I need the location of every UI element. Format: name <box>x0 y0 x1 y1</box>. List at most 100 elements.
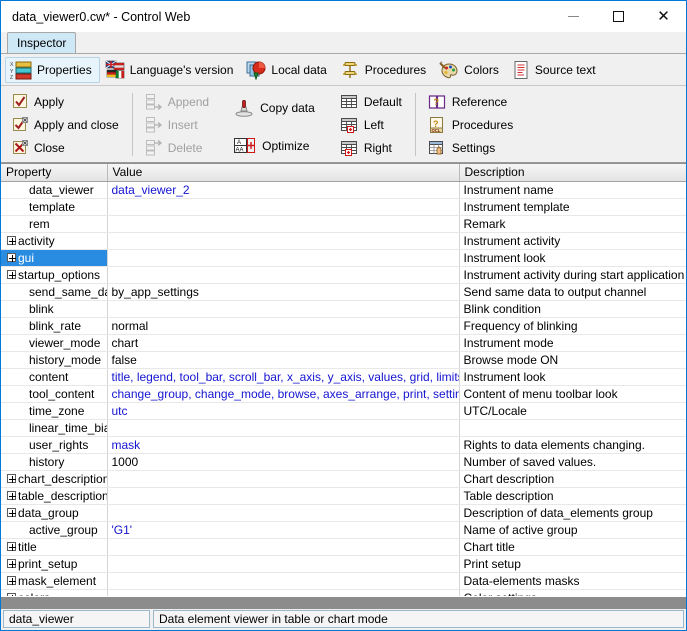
table-row[interactable]: history 1000 Number of saved values. <box>1 453 686 471</box>
cell-property[interactable]: chart_description <box>1 470 108 488</box>
mode-colors-button[interactable]: Colors <box>434 57 507 83</box>
mode-properties-button[interactable]: X Y Z Properties <box>5 56 100 83</box>
cell-value[interactable] <box>107 266 460 284</box>
cell-value[interactable] <box>107 249 460 267</box>
cell-value[interactable]: false <box>107 351 460 369</box>
cell-value[interactable] <box>107 419 460 437</box>
mode-local-data-button[interactable]: Local data <box>241 57 334 83</box>
cell-property[interactable]: data_viewer <box>1 181 108 199</box>
close-window-button[interactable]: ✕ <box>641 1 686 32</box>
expand-plus-icon[interactable] <box>7 576 16 585</box>
cell-value[interactable] <box>107 470 460 488</box>
table-row[interactable]: table_description Table description <box>1 487 686 505</box>
cell-value[interactable]: title, legend, tool_bar, scroll_bar, x_a… <box>107 368 460 386</box>
cell-value[interactable] <box>107 215 460 233</box>
table-row[interactable]: chart_description Chart description <box>1 470 686 488</box>
cell-value[interactable]: utc <box>107 402 460 420</box>
cell-property[interactable]: table_description <box>1 487 108 505</box>
column-header-description[interactable]: Description <box>459 164 686 182</box>
table-row[interactable]: blink_rate normal Frequency of blinking <box>1 317 686 335</box>
cell-value[interactable] <box>107 555 460 573</box>
cell-property[interactable]: gui <box>1 249 108 267</box>
mode-source-text-button[interactable]: Source text <box>507 57 604 83</box>
cell-property[interactable]: rem <box>1 215 108 233</box>
layout-default-button[interactable]: Default <box>335 91 407 113</box>
maximize-button[interactable] <box>596 1 641 32</box>
table-row[interactable]: time_zone utc UTC/Locale <box>1 402 686 420</box>
apply-and-close-button[interactable]: Apply and close <box>8 114 124 136</box>
settings-button[interactable]: Settings <box>423 137 518 159</box>
mode-procedures-button[interactable]: Procedures <box>335 57 434 83</box>
apply-button[interactable]: Apply <box>8 91 124 113</box>
table-row[interactable]: activity Instrument activity <box>1 232 686 250</box>
cell-value[interactable] <box>107 198 460 216</box>
expand-plus-icon[interactable] <box>7 270 16 279</box>
table-row[interactable]: blink Blink condition <box>1 300 686 318</box>
cell-value[interactable] <box>107 589 460 596</box>
expand-plus-icon[interactable] <box>7 491 16 500</box>
table-row[interactable]: print_setup Print setup <box>1 555 686 573</box>
cell-property[interactable]: blink <box>1 300 108 318</box>
insert-button[interactable]: Insert <box>140 114 214 136</box>
cell-property[interactable]: active_group <box>1 521 108 539</box>
cell-value[interactable] <box>107 487 460 505</box>
cell-value[interactable] <box>107 538 460 556</box>
column-header-value[interactable]: Value <box>107 164 460 182</box>
expand-plus-icon[interactable] <box>7 236 16 245</box>
cell-property[interactable]: blink_rate <box>1 317 108 335</box>
cell-property[interactable]: startup_options <box>1 266 108 284</box>
table-row[interactable]: user_rights mask Rights to data elements c… <box>1 436 686 454</box>
table-row[interactable]: viewer_mode chart Instrument mode <box>1 334 686 352</box>
cell-value[interactable]: 1000 <box>107 453 460 471</box>
close-button[interactable]: Close <box>8 137 124 159</box>
cell-property[interactable]: viewer_mode <box>1 334 108 352</box>
cell-property[interactable]: user_rights <box>1 436 108 454</box>
reference-button[interactable]: ? Reference <box>423 91 518 113</box>
cell-value[interactable]: by_app_settings <box>107 283 460 301</box>
layout-left-button[interactable]: Left <box>335 114 407 136</box>
cell-property[interactable]: mask_element <box>1 572 108 590</box>
procedures-help-button[interactable]: ? OCL Procedures <box>423 114 518 136</box>
table-row[interactable]: data_viewer data_viewer_2 Instrument name <box>1 181 686 199</box>
table-row[interactable]: content title, legend, tool_bar, scroll_b… <box>1 368 686 386</box>
table-row[interactable]: title Chart title <box>1 538 686 556</box>
cell-value[interactable] <box>107 232 460 250</box>
cell-value[interactable] <box>107 300 460 318</box>
expand-plus-icon[interactable] <box>7 593 16 596</box>
cell-value[interactable]: mask <box>107 436 460 454</box>
table-row[interactable]: startup_options Instrument activity durin… <box>1 266 686 284</box>
cell-property[interactable]: print_setup <box>1 555 108 573</box>
cell-property[interactable]: title <box>1 538 108 556</box>
table-row[interactable]: template Instrument template <box>1 198 686 216</box>
cell-value[interactable]: chart <box>107 334 460 352</box>
expand-plus-icon[interactable] <box>7 559 16 568</box>
table-row[interactable]: linear_time_bias <box>1 419 686 437</box>
table-row[interactable]: send_same_data by_app_settings Send same d… <box>1 283 686 301</box>
cell-property[interactable]: colors <box>1 589 108 596</box>
table-row[interactable]: gui Instrument look <box>1 249 686 267</box>
table-row[interactable]: tool_content change_group, change_mode, b… <box>1 385 686 403</box>
delete-button[interactable]: Delete <box>140 137 214 159</box>
mode-languages-version-button[interactable]: Language's version <box>100 57 242 83</box>
cell-property[interactable]: send_same_data <box>1 283 108 301</box>
expand-plus-icon[interactable] <box>7 474 16 483</box>
cell-value[interactable] <box>107 572 460 590</box>
cell-property[interactable]: linear_time_bias <box>1 419 108 437</box>
cell-value[interactable]: data_viewer_2 <box>107 181 460 199</box>
tab-inspector[interactable]: Inspector <box>7 32 77 53</box>
cell-value[interactable]: normal <box>107 317 460 335</box>
copy-data-button[interactable]: Copy data <box>229 97 320 119</box>
table-row[interactable]: rem Remark <box>1 215 686 233</box>
table-row[interactable]: history_mode false Browse mode ON <box>1 351 686 369</box>
cell-property[interactable]: tool_content <box>1 385 108 403</box>
cell-value[interactable]: 'G1' <box>107 521 460 539</box>
column-header-property[interactable]: Property <box>1 164 108 182</box>
cell-value[interactable] <box>107 504 460 522</box>
horizontal-scrollbar[interactable] <box>1 596 686 609</box>
cell-property[interactable]: time_zone <box>1 402 108 420</box>
table-row[interactable]: data_group Description of data_elements g… <box>1 504 686 522</box>
cell-property[interactable]: activity <box>1 232 108 250</box>
table-row[interactable]: active_group 'G1' Name of active group <box>1 521 686 539</box>
cell-value[interactable]: change_group, change_mode, browse, axes_… <box>107 385 460 403</box>
append-button[interactable]: Append <box>140 91 214 113</box>
